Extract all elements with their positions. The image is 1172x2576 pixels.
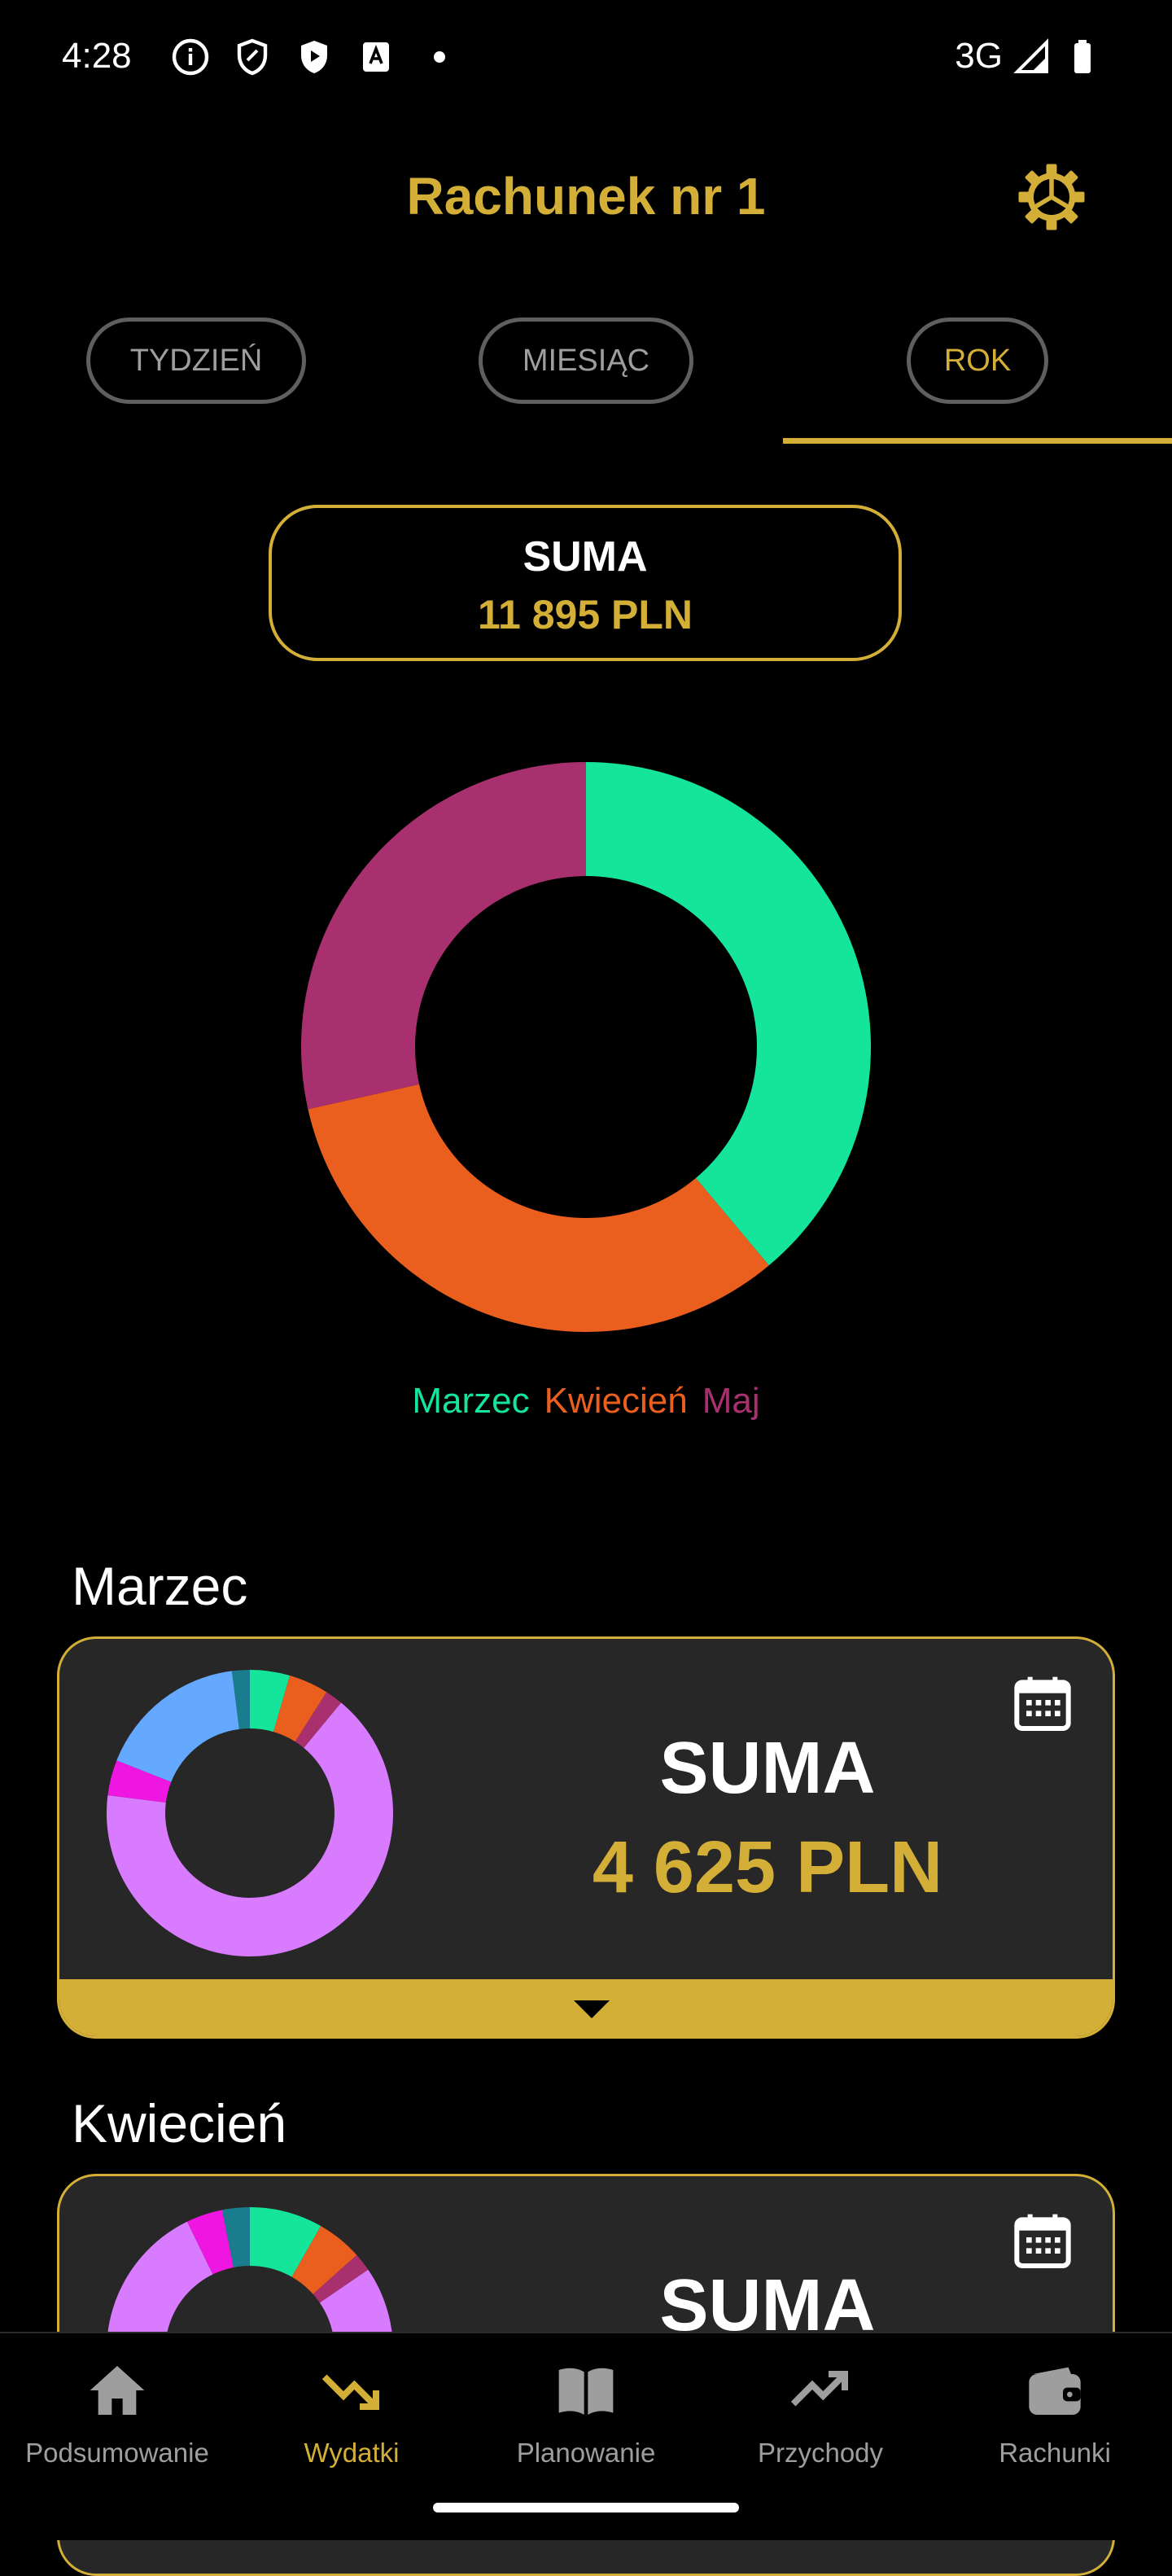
legend-item-marzec: Marzec: [412, 1381, 530, 1421]
month-card-marzec[interactable]: SUMA 4 625 PLN: [57, 1636, 1115, 2039]
month-sum-value: 4 625 PLN: [592, 1827, 943, 1908]
total-value: 11 895 PLN: [477, 592, 693, 637]
dot-icon: [434, 51, 445, 63]
tab-year-label: ROK: [943, 343, 1012, 378]
pie-slice-maj: [301, 762, 586, 1110]
shield-icon: [237, 38, 268, 76]
pie-slice-kwiecien: [308, 1084, 769, 1332]
nav-item-podsumowanie[interactable]: Podsumowanie: [0, 2333, 234, 2496]
book-icon: [558, 2368, 614, 2415]
info-icon: [172, 38, 209, 76]
month-sum-label: SUMA: [659, 1728, 876, 1809]
yearly-donut-chart: [301, 762, 871, 1332]
battery-icon: [1074, 40, 1091, 73]
tab-indicator: [783, 438, 1172, 444]
tab-month[interactable]: MIESIĄC: [479, 318, 693, 404]
home-icon: [90, 2366, 145, 2415]
month-pie-slice-5: [116, 1671, 239, 1782]
tab-year[interactable]: ROK: [907, 318, 1048, 404]
total-card: SUMA 11 895 PLN: [269, 505, 902, 661]
nav-item-wydatki[interactable]: Wydatki: [234, 2333, 469, 2496]
tab-week[interactable]: TYDZIEŃ: [86, 318, 306, 404]
tab-week-label: TYDZIEŃ: [129, 343, 263, 378]
chevron-down-icon: [574, 2000, 610, 2018]
trending-down-icon: [321, 2374, 379, 2410]
month-title-kwiecien: Kwiecień: [72, 2093, 287, 2153]
nav-label: Planowanie: [516, 2438, 656, 2468]
trending-up-icon: [790, 2371, 848, 2407]
status-time: 4:28: [62, 36, 132, 76]
pie-slice-marzec: [586, 762, 871, 1266]
font-icon: [363, 42, 389, 72]
nav-label: Wydatki: [304, 2438, 400, 2468]
month-donut-chart-marzec: [107, 1670, 393, 1956]
calendar-icon[interactable]: [1010, 2209, 1075, 2274]
nav-label: Podsumowanie: [25, 2438, 209, 2468]
account-title: Rachunek nr 1: [406, 167, 766, 226]
legend-item-kwiecien: Kwiecień: [544, 1381, 688, 1421]
expand-bar[interactable]: [59, 1979, 1113, 2036]
play-shield-icon: [301, 41, 327, 73]
legend-item-maj: Maj: [702, 1381, 760, 1421]
home-indicator: [433, 2503, 739, 2512]
nav-item-rachunki[interactable]: Rachunki: [938, 2333, 1172, 2496]
wallet-icon: [1029, 2367, 1081, 2415]
nav-label: Rachunki: [999, 2438, 1111, 2468]
nav-item-przychody[interactable]: Przychody: [703, 2333, 938, 2496]
total-label: SUMA: [523, 533, 648, 580]
calendar-icon[interactable]: [1010, 1671, 1075, 1737]
chart-legend: Marzec Kwiecień Maj: [0, 1381, 1172, 1422]
nav-item-planowanie[interactable]: Planowanie: [469, 2333, 703, 2496]
gear-icon[interactable]: [1014, 160, 1089, 234]
tab-month-label: MIESIĄC: [522, 343, 650, 378]
network-type: 3G: [955, 36, 1003, 76]
nav-label: Przychody: [757, 2438, 884, 2468]
month-title-marzec: Marzec: [72, 1556, 248, 1616]
signal-icon: [1013, 38, 1048, 73]
